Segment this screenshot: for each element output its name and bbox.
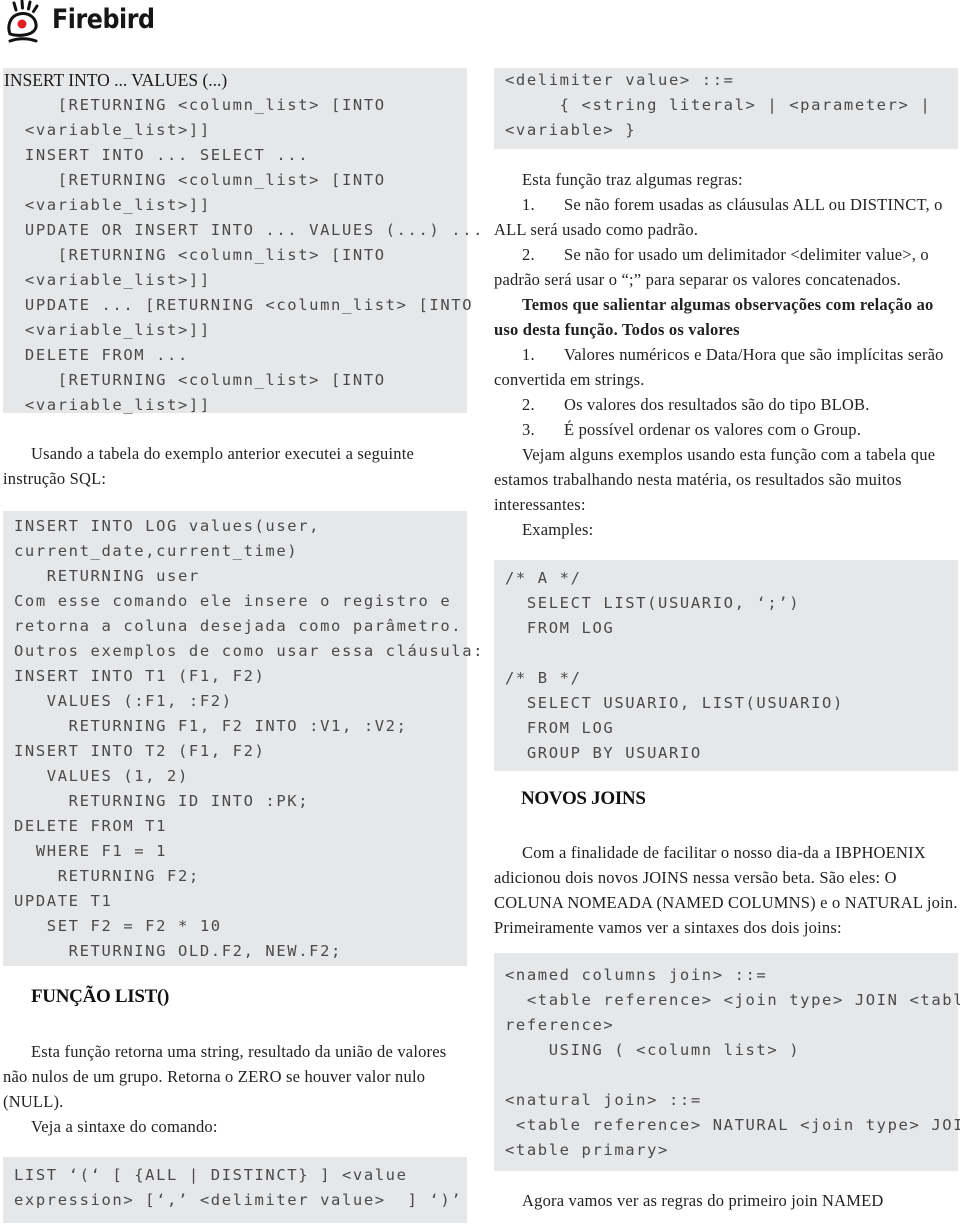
code-line: { <string literal> | <parameter> | [505,96,932,114]
code-line: RETURNING user [14,567,200,585]
code-line: RETURNING OLD.F2, NEW.F2; [14,942,342,960]
joins-paragraph: Com a finalidade de facilitar o nosso di… [494,843,958,937]
rules-intro: Esta função traz algumas regras: [522,170,743,189]
code-line: GROUP BY USUARIO [505,744,702,762]
examples-paragraph: Vejam alguns exemplos usando esta função… [494,445,936,514]
closing-line: Agora vamos ver as regras do primeiro jo… [522,1191,884,1210]
brand-name: Firebird [52,4,155,35]
observation-text: Os valores dos resultados são do tipo BL… [564,395,870,414]
observation-number: 1. [522,345,535,364]
code-line: <variable_list>]] [14,396,211,414]
code-line: WHERE F1 = 1 [14,842,168,860]
code-line: [RETURNING <column_list> [INTO [14,371,386,389]
joins-syntax-code-block: <named columns join> ::= <table referenc… [494,953,960,1171]
code-line: <table reference> <join type> JOIN <tabl… [505,991,960,1009]
code-line: <variable_list>]] [14,121,211,139]
code-line: [RETURNING <column_list> [INTO [14,246,386,264]
rules-section: Esta função traz algumas regras: 1. Se nã… [494,167,958,542]
code-line: INSERT INTO ... VALUES (...) [4,70,228,90]
firebird-logo: Firebird [2,0,155,46]
list-syntax-code-block: LIST ‘(‘ [ {ALL | DISTINCT} ] <value expr… [3,1157,467,1223]
intro-paragraph-text: Usando a tabela do exemplo anterior exec… [3,444,415,488]
code-line: RETURNING ID INTO :PK; [14,792,310,810]
list-examples-code-block: /* A */ SELECT LIST(USUARIO, ‘;’) FROM L… [494,560,958,771]
code-line: FROM LOG [505,619,615,637]
code-line: reference> [505,1016,615,1034]
code-line: /* B */ [505,669,582,687]
code-line: Com esse comando ele insere o registro e [14,592,452,610]
code-line: RETURNING F1, F2 INTO :V1, :V2; [14,717,408,735]
code-line: expression> [‘,’ <delimiter value> ] ‘)’ [14,1191,463,1209]
code-line: LIST ‘(‘ [ {ALL | DISTINCT} ] <value [14,1166,408,1184]
code-line: [RETURNING <column_list> [INTO [14,96,386,114]
code-line: SET F2 = F2 * 10 [14,917,222,935]
section-heading-list-function: FUNÇÃO LIST() [31,986,170,1007]
code-line: RETURNING F2; [14,867,200,885]
observation-text: É possível ordenar os valores com o Grou… [564,420,862,439]
code-line: [RETURNING <column_list> [INTO [14,171,386,189]
code-line: INSERT INTO ... SELECT ... [14,146,310,164]
code-line: DELETE FROM ... [14,346,189,364]
rule-number: 1. [522,195,535,214]
section-heading-new-joins: NOVOS JOINS [521,788,646,809]
code-line: <delimiter value> ::= [505,71,735,89]
rule-item: 2. Se não for usado um delimitador <delim… [494,242,958,292]
code-line: VALUES (:F1, :F2) [14,692,233,710]
code-line: SELECT LIST(USUARIO, ‘;’) [505,594,801,612]
code-line: current_date,current_time) [14,542,299,560]
list-function-description: Esta função retorna uma string, resultad… [3,1039,468,1139]
observation-number: 3. [522,420,535,439]
code-line: <variable_list>]] [14,271,211,289]
rule-number: 2. [522,245,535,264]
code-line: UPDATE T1 [14,892,113,910]
code-line: <natural join> ::= [505,1091,702,1109]
syntax-intro: Veja a sintaxe do comando: [31,1117,218,1136]
observation-item: 3. É possível ordenar os valores com o Gr… [494,417,958,442]
code-line: <named columns join> ::= [505,966,768,984]
code-line: Outros exemplos de como usar essa cláusu… [14,642,485,660]
observations-heading: Temos que salientar algumas observações … [494,295,934,339]
code-line: <variable> } [505,121,637,139]
closing-paragraph: Agora vamos ver as regras do primeiro jo… [494,1188,958,1213]
returning-examples-code-block: INSERT INTO LOG values(user, current_date… [3,511,485,966]
code-line: <variable_list>]] [14,196,211,214]
code-line: retorna a coluna desejada como parâmetro… [14,617,463,635]
code-line: UPDATE ... [RETURNING <column_list> [INT… [14,296,474,314]
joins-description: Com a finalidade de facilitar o nosso di… [494,840,958,940]
list-function-paragraph: Esta função retorna uma string, resultad… [3,1042,447,1111]
observation-item: 2. Os valores dos resultados são do tipo … [494,392,958,417]
code-line: DELETE FROM T1 [14,817,168,835]
observation-item: 1. Valores numéricos e Data/Hora que são … [494,342,958,392]
code-line: <table primary> [505,1141,669,1159]
code-line: <table reference> NATURAL <join type> JO… [505,1116,960,1134]
code-line: FROM LOG [505,719,615,737]
code-line: <variable_list>]] [14,321,211,339]
code-line: SELECT USUARIO, LIST(USUARIO) [505,694,844,712]
firebird-eye-logo-icon [7,0,39,43]
code-line: INSERT INTO T2 (F1, F2) [14,742,266,760]
code-line: INSERT INTO T1 (F1, F2) [14,667,266,685]
delimiter-syntax-code-block: <delimiter value> ::= { <string literal>… [494,68,958,149]
intro-paragraph: Usando a tabela do exemplo anterior exec… [3,441,468,491]
rule-item: 1. Se não forem usadas as cláusulas ALL o… [494,192,958,242]
observation-number: 2. [522,395,535,414]
code-line: USING ( <column list> ) [505,1041,801,1059]
code-line: VALUES (1, 2) [14,767,189,785]
code-line: INSERT INTO LOG values(user, [14,517,321,535]
examples-label: Examples: [522,520,594,539]
code-line: /* A */ [505,569,582,587]
code-line: UPDATE OR INSERT INTO ... VALUES (...) .… [14,221,485,239]
returning-syntax-code-block: INSERT INTO ... VALUES (...) [RETURNING … [3,68,485,414]
